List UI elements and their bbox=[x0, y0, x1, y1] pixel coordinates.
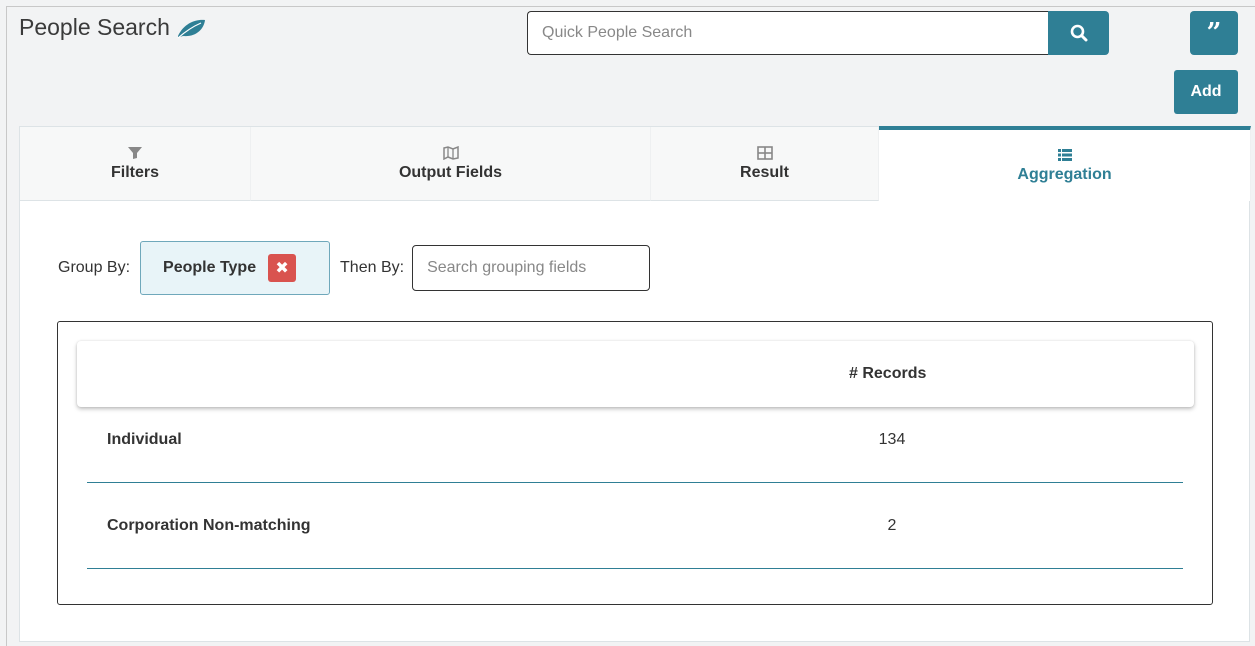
row-count: 134 bbox=[878, 431, 906, 448]
then-by-input[interactable] bbox=[412, 245, 651, 291]
row-label: Individual bbox=[107, 431, 182, 448]
table-icon bbox=[756, 145, 773, 160]
row-label: Corporation Non-matching bbox=[107, 517, 311, 534]
quote-button[interactable]: ” bbox=[1190, 11, 1238, 55]
tab-output-fields[interactable]: Output Fields bbox=[251, 127, 651, 201]
aggregation-table: # Records Individual 134 Corporation Non… bbox=[57, 321, 1213, 605]
tab-aggregation[interactable]: Aggregation bbox=[879, 126, 1251, 201]
grouping-row: Group By: People Type ✖ Then By: bbox=[58, 241, 651, 295]
quick-search bbox=[527, 11, 1109, 55]
tab-aggregation-label: Aggregation bbox=[1017, 165, 1112, 183]
tab-result[interactable]: Result bbox=[651, 127, 879, 201]
tab-bar: Filters Output Fields Result Aggregation bbox=[20, 126, 1251, 201]
tab-filters-label: Filters bbox=[110, 163, 159, 181]
remove-group-button[interactable]: ✖ bbox=[268, 254, 297, 282]
search-button[interactable] bbox=[1048, 11, 1109, 55]
then-by-label: Then By: bbox=[340, 259, 405, 276]
filter-icon bbox=[128, 146, 142, 159]
quote-icon: ” bbox=[1206, 18, 1222, 48]
page-title-group: People Search bbox=[19, 14, 208, 41]
tab-filters[interactable]: Filters bbox=[20, 127, 251, 201]
group-by-label: Group By: bbox=[58, 259, 131, 276]
tab-result-label: Result bbox=[740, 163, 789, 181]
search-icon bbox=[1070, 24, 1087, 42]
tab-output-fields-label: Output Fields bbox=[398, 163, 503, 181]
group-by-chip: People Type ✖ bbox=[140, 241, 331, 295]
list-icon bbox=[1057, 148, 1072, 161]
close-icon: ✖ bbox=[275, 260, 289, 277]
group-by-chip-label: People Type bbox=[163, 259, 257, 276]
page-title: People Search bbox=[19, 14, 170, 40]
add-button[interactable]: Add bbox=[1174, 70, 1238, 114]
map-icon bbox=[442, 145, 459, 160]
leaf-icon bbox=[177, 19, 205, 38]
quick-search-input[interactable] bbox=[527, 11, 1048, 55]
table-row: Individual 134 bbox=[87, 397, 1183, 483]
search-panel: Filters Output Fields Result Aggregation… bbox=[19, 126, 1251, 642]
row-count: 2 bbox=[887, 517, 897, 534]
table-row: Corporation Non-matching 2 bbox=[87, 483, 1183, 569]
